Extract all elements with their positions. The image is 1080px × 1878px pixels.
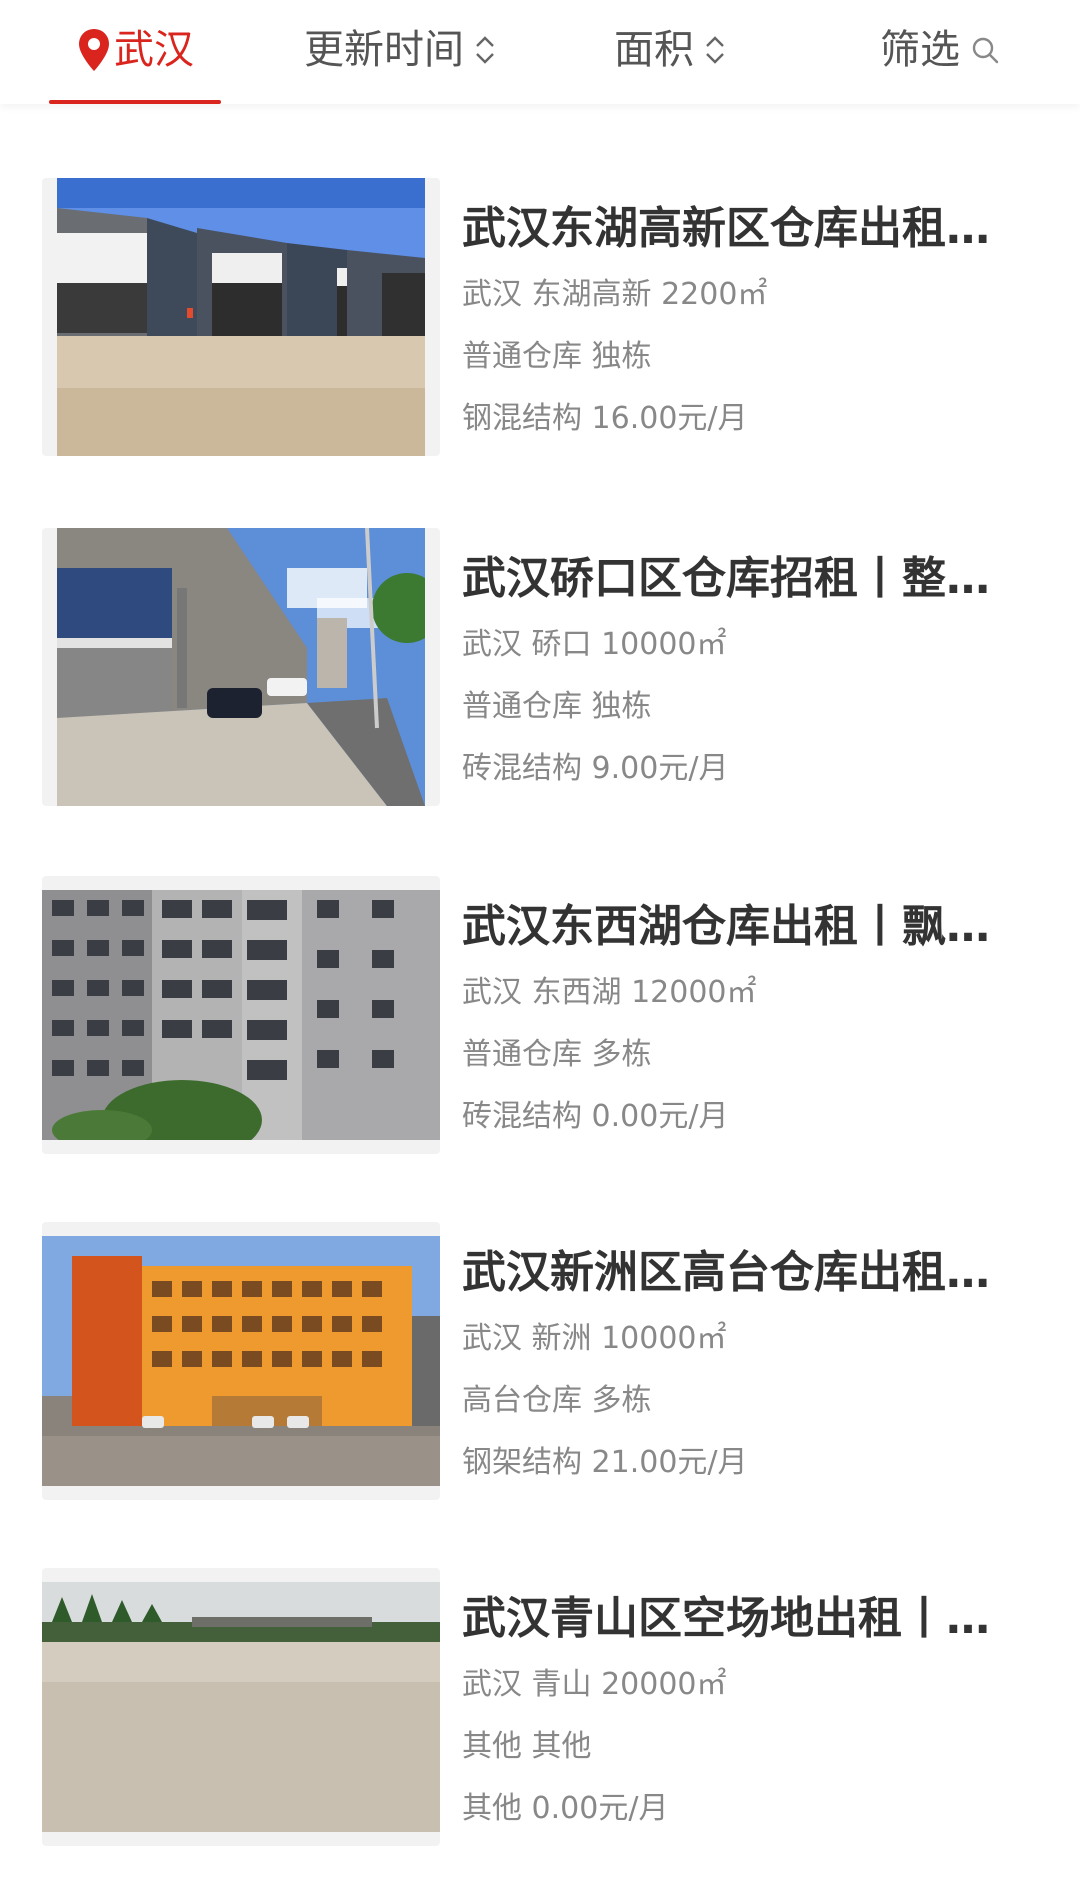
warehouse-photo [57,528,425,806]
lot-photo [42,1582,440,1832]
listing-thumbnail[interactable] [42,178,440,456]
sort-updown-icon [706,36,724,64]
listing-card[interactable]: 武汉新洲区高台仓库出租… 武汉 新洲 10000㎡ 高台仓库 多栋 钢架结构 2… [42,1222,1042,1502]
building-photo [42,890,440,1140]
listing-info: 武汉青山区空场地出租丨… 武汉 青山 20000㎡ 其他 其他 其他 0.00元… [462,1584,1042,1840]
screen-filter[interactable]: 筛选 [860,0,1020,100]
listing-card[interactable]: 武汉青山区空场地出租丨… 武汉 青山 20000㎡ 其他 其他 其他 0.00元… [42,1568,1042,1848]
warehouse-photo [57,178,425,456]
listing-type: 普通仓库 独栋 [462,689,652,724]
building-photo [42,1236,440,1486]
active-tab-underline [49,100,221,104]
listing-thumbnail[interactable] [42,528,440,806]
update-time-sort[interactable]: 更新时间 [280,0,520,100]
listing-info: 武汉东西湖仓库出租丨飘… 武汉 东西湖 12000㎡ 普通仓库 多栋 砖混结构 … [462,892,1042,1148]
listing-card[interactable]: 武汉东湖高新区仓库出租… 武汉 东湖高新 2200㎡ 普通仓库 独栋 钢混结构 … [42,178,1042,458]
listing-info: 武汉新洲区高台仓库出租… 武汉 新洲 10000㎡ 高台仓库 多栋 钢架结构 2… [462,1238,1042,1494]
listing-structure-price: 砖混结构 9.00元/月 [462,751,729,786]
area-sort[interactable]: 面积 [590,0,750,100]
listing-info: 武汉东湖高新区仓库出租… 武汉 东湖高新 2200㎡ 普通仓库 独栋 钢混结构 … [462,194,1042,450]
listing-type: 普通仓库 多栋 [462,1037,652,1072]
listing-info: 武汉硚口区仓库招租丨整… 武汉 硚口 10000㎡ 普通仓库 独栋 砖混结构 9… [462,544,1042,800]
listing-card[interactable]: 武汉硚口区仓库招租丨整… 武汉 硚口 10000㎡ 普通仓库 独栋 砖混结构 9… [42,528,1042,808]
location-filter-label: 武汉 [114,27,194,73]
listing-title[interactable]: 武汉新洲区高台仓库出租… [462,1238,1042,1308]
listing-card[interactable]: 武汉东西湖仓库出租丨飘… 武汉 东西湖 12000㎡ 普通仓库 多栋 砖混结构 … [42,876,1042,1156]
area-sort-label: 面积 [614,27,694,73]
location-pin-icon [79,29,109,71]
listing-structure-price: 钢架结构 21.00元/月 [462,1445,748,1480]
listing-type: 普通仓库 独栋 [462,339,652,374]
listing-title[interactable]: 武汉东西湖仓库出租丨飘… [462,892,1042,962]
listing-location-area: 武汉 东湖高新 2200㎡ [462,277,768,312]
listing-thumbnail[interactable] [42,876,440,1154]
listing-title[interactable]: 武汉硚口区仓库招租丨整… [462,544,1042,614]
sort-updown-icon [476,36,494,64]
location-filter[interactable]: 武汉 [49,0,221,100]
update-time-sort-label: 更新时间 [304,27,464,73]
listing-structure-price: 其他 0.00元/月 [462,1791,669,1826]
search-icon [972,37,999,64]
listing-title[interactable]: 武汉东湖高新区仓库出租… [462,194,1042,264]
listing-location-area: 武汉 青山 20000㎡ [462,1667,727,1702]
listing-location-area: 武汉 新洲 10000㎡ [462,1321,727,1356]
listing-structure-price: 钢混结构 16.00元/月 [462,401,748,436]
listing-location-area: 武汉 硚口 10000㎡ [462,627,727,662]
listing-location-area: 武汉 东西湖 12000㎡ [462,975,757,1010]
listing-structure-price: 砖混结构 0.00元/月 [462,1099,729,1134]
listing-type: 高台仓库 多栋 [462,1383,652,1418]
filter-bar: 武汉 更新时间 面积 筛选 [0,0,1080,104]
listing-title[interactable]: 武汉青山区空场地出租丨… [462,1584,1042,1654]
listing-type: 其他 其他 [462,1729,592,1764]
listing-thumbnail[interactable] [42,1568,440,1846]
screen-filter-label: 筛选 [880,27,960,73]
listing-thumbnail[interactable] [42,1222,440,1500]
